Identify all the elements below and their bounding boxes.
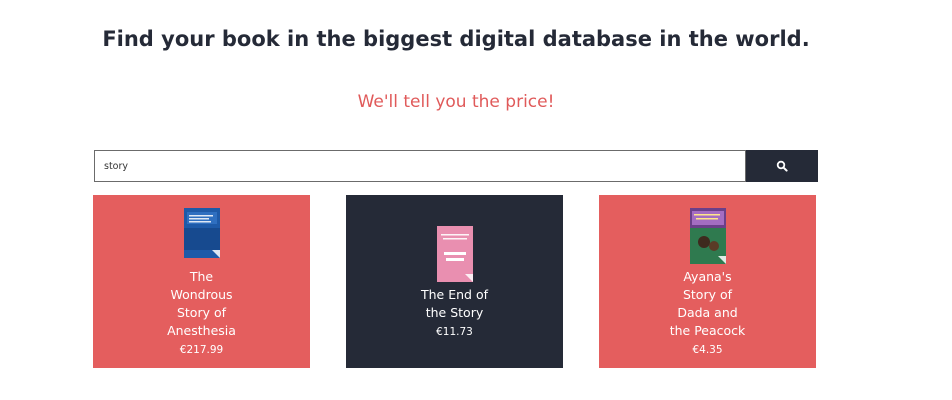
page-subtitle: We'll tell you the price! [357, 92, 555, 112]
book-cover-image [689, 207, 726, 264]
book-price: €4.35 [692, 343, 723, 356]
search-icon [776, 160, 788, 172]
book-title: The Wondrous Story of Anesthesia [167, 268, 236, 338]
book-card[interactable]: The Wondrous Story of Anesthesia €217.99 [93, 195, 310, 368]
page-title: Find your book in the biggest digital da… [102, 27, 810, 51]
book-card[interactable]: The End of the Story €11.73 [346, 195, 563, 368]
book-price: €11.73 [436, 325, 473, 338]
book-card[interactable]: Ayana's Story of Dada and the Peacock €4… [599, 195, 816, 368]
page: Find your book in the biggest digital da… [0, 0, 952, 400]
search-input[interactable] [94, 150, 746, 182]
book-title: The End of the Story [421, 286, 488, 320]
book-cover-image [183, 207, 220, 258]
search-bar [94, 150, 818, 182]
book-cover-image [436, 225, 473, 282]
search-button[interactable] [746, 150, 818, 182]
book-price: €217.99 [179, 343, 224, 356]
book-title: Ayana's Story of Dada and the Peacock [669, 268, 746, 338]
